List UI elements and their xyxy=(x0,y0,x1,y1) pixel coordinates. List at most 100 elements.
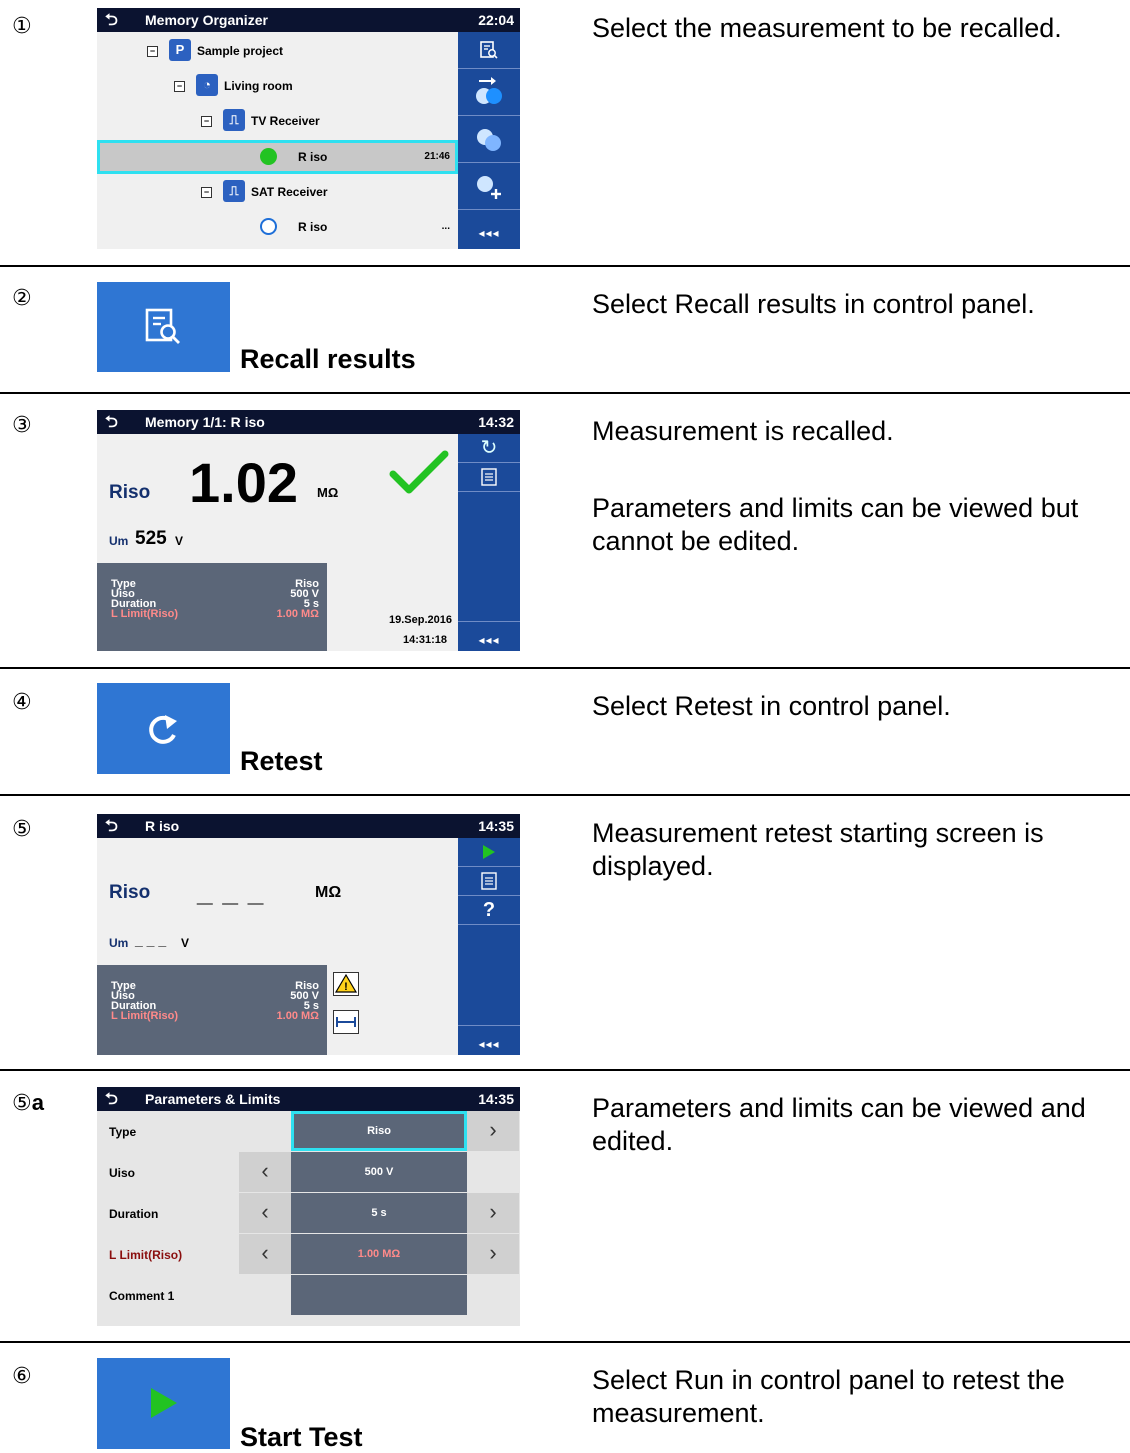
parameter-row[interactable]: Type Riso › xyxy=(97,1111,520,1151)
screen-title: Parameters & Limits xyxy=(145,1091,281,1107)
back-icon[interactable]: ⮌ xyxy=(105,9,118,36)
parameters-icon[interactable] xyxy=(458,463,520,492)
parameter-value[interactable] xyxy=(291,1275,467,1315)
parameter-row[interactable]: Comment 1 xyxy=(97,1275,520,1315)
increase-arrow-icon[interactable]: › xyxy=(467,1111,519,1151)
description-text: Parameters and limits can be viewed and … xyxy=(592,1093,1086,1156)
date: 19.Sep.2016 xyxy=(389,614,452,626)
button-caption: Start Test xyxy=(240,1422,363,1452)
collapse-toggle-icon[interactable]: − xyxy=(147,46,158,57)
clock: 14:35 xyxy=(478,818,514,834)
decrease-arrow-icon[interactable]: ‹ xyxy=(239,1234,291,1274)
increase-arrow-icon[interactable]: › xyxy=(467,1234,519,1274)
increase-arrow-icon[interactable]: › xyxy=(467,1193,519,1233)
more-button[interactable]: ◂◂◂ xyxy=(458,1025,520,1055)
decrease-arrow-icon[interactable]: ‹ xyxy=(239,1152,291,1192)
tree-item[interactable]: R iso... xyxy=(97,210,458,244)
divider xyxy=(0,794,1130,796)
description-text: Select Recall results in control panel. xyxy=(592,289,1035,319)
parameter-name: Type xyxy=(109,1125,137,1139)
tree-item[interactable]: − ⎍ SAT Receiver xyxy=(97,175,458,209)
tree-item-label: SAT Receiver xyxy=(251,185,328,199)
arrow-placeholder xyxy=(467,1275,519,1315)
step-number: ⑤a xyxy=(12,1090,44,1116)
more-button[interactable]: ◂◂◂ xyxy=(458,215,520,249)
more-button[interactable]: ◂◂◂ xyxy=(458,621,520,651)
title-bar: ⮌ Memory Organizer 22:04 xyxy=(97,8,520,32)
sub-result-value: _ _ _ xyxy=(135,932,167,948)
result-unit: MΩ xyxy=(317,485,339,500)
tree-item[interactable]: − ⎍ TV Receiver xyxy=(97,104,458,138)
divider xyxy=(0,667,1130,669)
parameter-row[interactable]: Duration ‹ 5 s › xyxy=(97,1193,520,1233)
clock: 22:04 xyxy=(478,12,514,28)
parameter-name: L Limit(Riso) xyxy=(109,1248,183,1262)
arrow-placeholder xyxy=(239,1111,291,1151)
tree-item-label: R iso xyxy=(298,150,328,164)
parameter-row[interactable]: Uiso ‹ 500 V xyxy=(97,1152,520,1192)
arrow-placeholder xyxy=(467,1152,519,1192)
collapse-toggle-icon[interactable]: − xyxy=(174,81,185,92)
parameter-name: Uiso xyxy=(109,1166,136,1180)
project-icon: P xyxy=(169,39,191,61)
parameter-value[interactable]: 5 s xyxy=(291,1193,467,1233)
step-number: ④ xyxy=(12,690,32,715)
clone-icon[interactable] xyxy=(458,116,520,163)
description-text: Measurement retest starting screen is di… xyxy=(592,818,1044,881)
parameters-icon[interactable] xyxy=(458,867,520,896)
retest-icon[interactable]: ↻ xyxy=(458,434,520,463)
parameter-value: 1.00 MΩ xyxy=(276,1010,319,1022)
recall-results-button[interactable] xyxy=(97,282,230,372)
move-structure-icon[interactable] xyxy=(458,69,520,116)
divider xyxy=(0,265,1130,267)
svg-text:!: ! xyxy=(344,981,348,993)
help-icon[interactable]: ? xyxy=(458,896,520,925)
collapse-toggle-icon[interactable]: − xyxy=(201,116,212,127)
decrease-arrow-icon[interactable]: ‹ xyxy=(239,1193,291,1233)
retest-button[interactable] xyxy=(97,683,230,774)
step-number-digit: ⑤ xyxy=(12,1091,32,1116)
control-panel: ◂◂◂ xyxy=(458,32,520,249)
tree-item[interactable]: − ◔ Living room xyxy=(97,69,458,103)
screen-title: Memory 1/1: R iso xyxy=(145,414,265,430)
sub-result-label: Um xyxy=(109,534,129,548)
parameter-value[interactable]: 500 V xyxy=(291,1152,467,1192)
tree-item[interactable]: − P Sample project xyxy=(97,34,458,68)
sub-result-unit: V xyxy=(175,534,184,548)
arrow-placeholder xyxy=(239,1275,291,1315)
button-caption: Retest xyxy=(240,746,323,776)
result-label: Riso xyxy=(109,882,151,903)
result-value: _ _ _ xyxy=(197,876,265,907)
control-panel: ↻ ◂◂◂ xyxy=(458,434,520,651)
step-number: ① xyxy=(12,14,32,39)
parameters-limits-screen: ⮌ Parameters & Limits 14:35 Type Riso › Uis… xyxy=(97,1087,520,1326)
title-bar: ⮌ Memory 1/1: R iso 14:32 xyxy=(97,410,520,434)
parameter-name: L Limit(Riso) xyxy=(111,1010,179,1022)
parameter-row[interactable]: L Limit(Riso) ‹ 1.00 MΩ › xyxy=(97,1234,520,1274)
parameter-value[interactable]: 1.00 MΩ xyxy=(291,1234,467,1274)
sub-result-value: 525 xyxy=(135,528,167,549)
pass-check-icon xyxy=(389,450,449,494)
description-text: Select Retest in control panel. xyxy=(592,691,951,721)
parameter-name: L Limit(Riso) xyxy=(111,608,179,620)
back-icon[interactable]: ⮌ xyxy=(105,815,118,842)
divider xyxy=(0,392,1130,394)
run-icon[interactable] xyxy=(458,838,520,867)
parameter-row: L Limit(Riso) 1.00 MΩ xyxy=(97,1010,327,1022)
retest-start-screen: ⮌ R iso 14:35 Riso _ _ _ MΩ Um _ _ _ V T… xyxy=(97,814,520,1055)
back-icon[interactable]: ⮌ xyxy=(105,411,118,438)
step-number: ⑤ xyxy=(12,817,32,842)
parameters-box: Type Riso Uiso 500 V Duration 5 sL Limit(Riso… xyxy=(97,965,327,1055)
add-measurement-icon[interactable] xyxy=(458,163,520,210)
step-description: Parameters and limits can be viewed and … xyxy=(592,1092,1127,1158)
tree-item-label: R iso xyxy=(298,220,328,234)
parameter-value[interactable]: Riso xyxy=(291,1111,467,1151)
start-test-button[interactable] xyxy=(97,1358,230,1449)
title-bar: ⮌ R iso 14:35 xyxy=(97,814,520,838)
location-icon: ◔ xyxy=(196,74,218,96)
tree-item[interactable]: R iso 21:46 xyxy=(97,140,458,174)
run-icon xyxy=(151,1388,177,1418)
clock: 14:35 xyxy=(478,1091,514,1107)
collapse-toggle-icon[interactable]: − xyxy=(201,187,212,198)
recall-results-icon[interactable] xyxy=(458,32,520,69)
